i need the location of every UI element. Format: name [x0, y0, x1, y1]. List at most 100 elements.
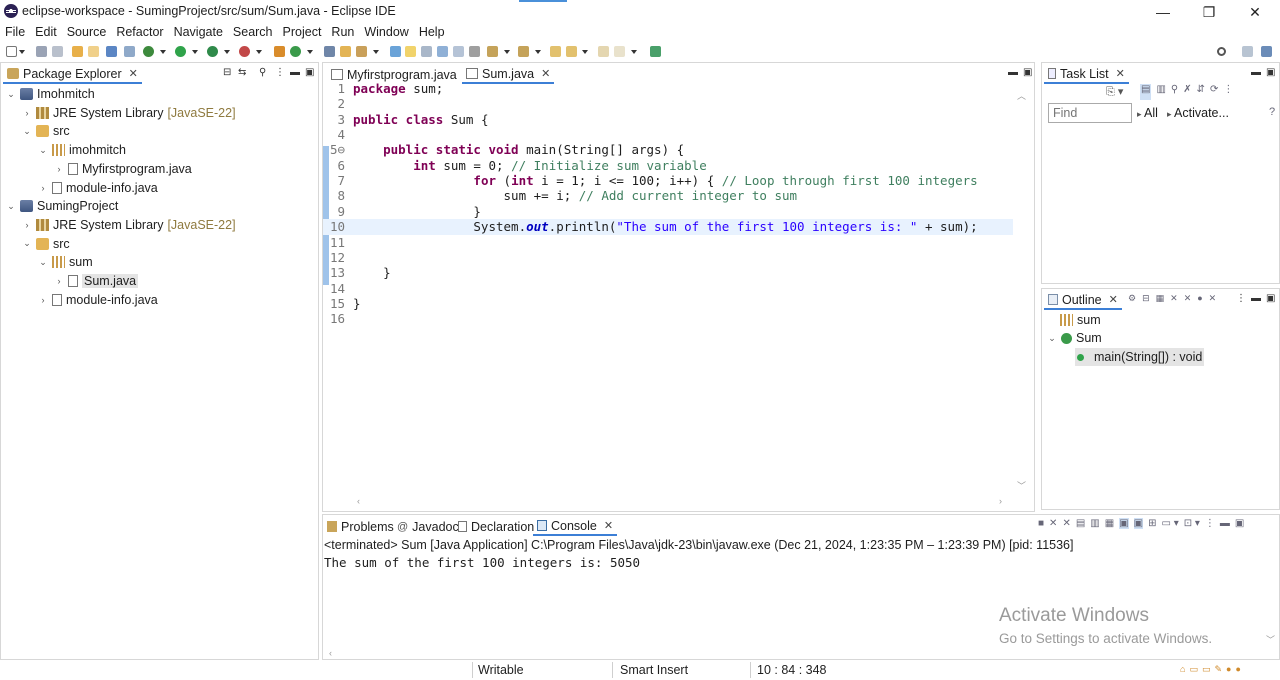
chevron-right-icon[interactable]: › — [21, 220, 33, 230]
code-line[interactable]: 16 — [323, 311, 1013, 326]
tab-problems[interactable]: Problems — [323, 517, 398, 536]
view-menu-icon[interactable]: ⋮ — [1205, 518, 1215, 529]
coverage-dropdown-icon[interactable] — [224, 50, 230, 54]
code-line[interactable]: 7 for (int i = 1; i <= 100; i++) { // Lo… — [323, 173, 1013, 188]
tree-item[interactable]: › module-info.java — [37, 179, 158, 197]
coverage-icon[interactable] — [207, 46, 218, 57]
external-tools-icon[interactable] — [239, 46, 250, 57]
scroll-down-icon[interactable]: ﹀ — [1017, 479, 1026, 492]
menu-navigate[interactable]: Navigate — [169, 24, 228, 42]
show-stderr-icon[interactable]: ▣ — [1133, 518, 1144, 529]
debug-dropdown-icon[interactable] — [160, 50, 166, 54]
tree-item[interactable]: › Myfirstprogram.java — [53, 160, 192, 178]
menu-source[interactable]: Source — [62, 24, 112, 42]
tab-outline[interactable]: Outline ✕ — [1044, 291, 1122, 310]
code-line[interactable]: 15} — [323, 296, 1013, 311]
menu-window[interactable]: Window — [359, 24, 413, 42]
chevron-down-icon[interactable]: ⌄ — [21, 126, 33, 137]
pin-console-icon[interactable]: ⊞ — [1148, 518, 1156, 529]
code-line[interactable]: 4 — [323, 127, 1013, 142]
pilcrow-icon[interactable] — [469, 46, 480, 57]
new-class-icon[interactable] — [290, 46, 301, 57]
code-line[interactable]: 6 int sum = 0; // Initialize sum variabl… — [323, 158, 1013, 173]
collapse-icon[interactable]: ⊟ — [1142, 293, 1150, 304]
menu-file[interactable]: File — [0, 24, 30, 42]
tree-item[interactable]: › JRE System Library [JavaSE-22] — [21, 104, 236, 122]
minimize-view-icon[interactable]: ▬ — [290, 67, 300, 78]
forward-dropdown-icon[interactable] — [631, 50, 637, 54]
menu-help[interactable]: Help — [414, 24, 450, 42]
minimize-view-icon[interactable]: ▬ — [1251, 67, 1261, 78]
chevron-right-icon[interactable]: › — [53, 276, 65, 286]
menu-refactor[interactable]: Refactor — [111, 24, 168, 42]
console-output[interactable]: The sum of the first 100 integers is: 50… — [324, 555, 640, 570]
undo-icon[interactable] — [72, 46, 83, 57]
code-line[interactable]: 12 — [323, 250, 1013, 265]
back-dropdown-icon[interactable] — [582, 50, 588, 54]
tree-item[interactable]: › Sum.java — [53, 272, 139, 290]
scroll-left-icon[interactable]: ‹ — [357, 496, 360, 506]
clear-console-icon[interactable]: ▤ — [1076, 518, 1085, 529]
categorize-icon[interactable]: ▤ — [1140, 84, 1152, 100]
outline-item-package[interactable]: sum — [1060, 311, 1101, 329]
hide-nonpublic-icon[interactable]: ✕ — [1184, 293, 1192, 304]
save-all-icon[interactable] — [52, 46, 63, 57]
open-console-icon[interactable]: ⊡ ▾ — [1184, 518, 1200, 529]
collapse-icon[interactable]: ⇵ — [1197, 84, 1205, 100]
close-icon[interactable]: ✕ — [541, 67, 550, 80]
scroll-lock-icon[interactable]: ▥ — [1090, 518, 1099, 529]
tree-item[interactable]: › module-info.java — [37, 291, 158, 309]
chevron-down-icon[interactable]: ⌄ — [21, 238, 33, 249]
chevron-right-icon[interactable]: › — [37, 183, 49, 193]
previous-annotation-dropdown-icon[interactable] — [535, 50, 541, 54]
close-window-button[interactable]: ✕ — [1232, 0, 1278, 24]
view-menu-icon[interactable]: ⋮ — [275, 67, 285, 78]
schedule-icon[interactable]: ▥ — [1156, 84, 1165, 100]
show-stdout-icon[interactable]: ▣ — [1119, 518, 1129, 529]
pin-editor-icon[interactable] — [650, 46, 661, 57]
code-line[interactable]: 3 public class Sum { — [323, 112, 1013, 127]
open-perspective-icon[interactable] — [1242, 46, 1253, 57]
word-wrap-icon[interactable]: ▦ — [1105, 518, 1114, 529]
all-filter[interactable]: ▸ All — [1137, 106, 1158, 120]
tree-item[interactable]: › JRE System Library [JavaSE-22] — [21, 216, 236, 234]
new-icon[interactable] — [6, 46, 17, 57]
run-dropdown-icon[interactable] — [192, 50, 198, 54]
progress-icon[interactable]: ⌂ — [1180, 664, 1185, 675]
tab-package-explorer[interactable]: Package Explorer ✕ — [3, 65, 142, 84]
edit-icon[interactable]: ✎ — [1214, 664, 1222, 675]
link-editor-icon[interactable]: ⇆ — [238, 67, 246, 78]
sync-icon[interactable]: ⟳ — [1210, 84, 1218, 100]
open-folder-icon[interactable] — [340, 46, 351, 57]
menu-run[interactable]: Run — [326, 24, 359, 42]
menu-edit[interactable]: Edit — [30, 24, 62, 42]
close-icon[interactable]: ✕ — [129, 67, 138, 80]
search-icon[interactable] — [1217, 47, 1226, 56]
search-dropdown-icon[interactable] — [373, 50, 379, 54]
chevron-right-icon[interactable]: › — [53, 164, 65, 174]
last-edit-icon[interactable] — [550, 46, 561, 57]
remove-launch-icon[interactable]: ✕ — [1049, 518, 1057, 529]
next-annotation-dropdown-icon[interactable] — [504, 50, 510, 54]
new-dropdown-icon[interactable] — [19, 50, 25, 54]
sort-icon[interactable]: ⚙ — [1128, 293, 1136, 304]
notifications-icon[interactable]: ● — [1235, 664, 1240, 675]
hide-icon[interactable]: ✗ — [1183, 84, 1191, 100]
open-type-icon[interactable] — [324, 46, 335, 57]
tree-item[interactable]: ⌄ SumingProject — [5, 197, 118, 215]
collapse-all-icon[interactable]: ⊟ — [223, 67, 231, 78]
tab-javadoc[interactable]: @ Javadoc — [393, 517, 463, 536]
filter-icon[interactable]: ⚲ — [259, 67, 266, 78]
tree-item[interactable]: ⌄ src — [21, 235, 69, 253]
hide-static-icon[interactable]: ✕ — [1170, 293, 1178, 304]
tab-task-list[interactable]: Task List ✕ — [1044, 65, 1129, 84]
chevron-right-icon[interactable]: › — [37, 295, 49, 305]
skip-breakpoints-icon[interactable] — [124, 46, 135, 57]
previous-annotation-icon[interactable] — [518, 46, 529, 57]
status-insert-mode[interactable]: Smart Insert — [620, 663, 688, 677]
run-icon[interactable] — [175, 46, 186, 57]
minimize-view-icon[interactable]: ▬ — [1008, 67, 1018, 78]
close-icon[interactable]: ✕ — [1116, 67, 1125, 80]
debug-icon[interactable] — [143, 46, 154, 57]
search-toolbar-icon[interactable] — [356, 46, 367, 57]
